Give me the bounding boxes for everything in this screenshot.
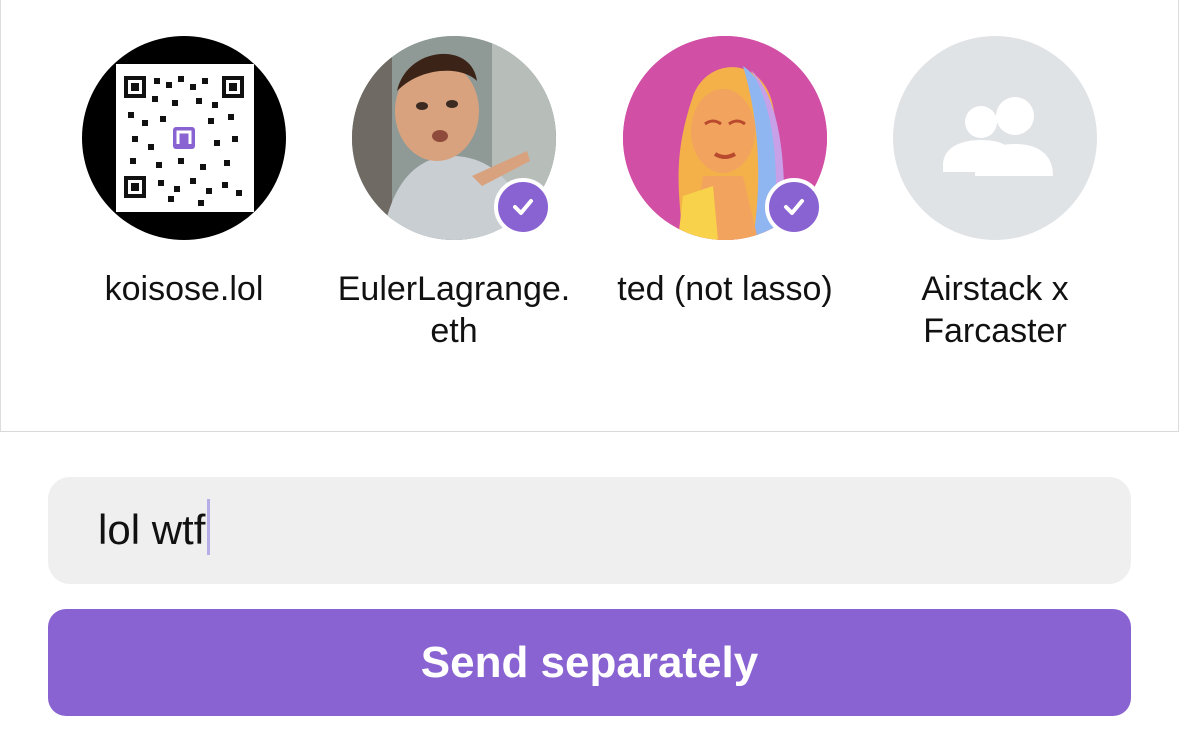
- recipient-ted[interactable]: ted (not lasso): [595, 36, 855, 310]
- send-separately-button[interactable]: Send separately: [48, 609, 1131, 716]
- group-icon: [943, 97, 1053, 176]
- qr-code-icon: [116, 64, 254, 212]
- selected-check-icon: [494, 178, 552, 236]
- message-text: lol wtf: [98, 506, 206, 554]
- recipient-name: ted (not lasso): [617, 270, 833, 308]
- left-border: [0, 0, 1, 432]
- message-input[interactable]: lol wtf: [48, 477, 1131, 584]
- avatar: [623, 36, 827, 240]
- text-caret: [207, 499, 211, 555]
- recipient-name: EulerLagrange.eth: [337, 270, 571, 350]
- divider: [0, 431, 1179, 432]
- message-text-container: lol wtf: [98, 499, 211, 561]
- recipient-airstack-farcaster[interactable]: Airstack x Farcaster: [865, 36, 1125, 352]
- recipient-name: Airstack x Farcaster: [921, 270, 1069, 350]
- avatar: [893, 36, 1097, 240]
- avatar: [82, 36, 286, 240]
- recipient-eulerlagrange[interactable]: EulerLagrange.eth: [324, 36, 584, 352]
- avatar: [352, 36, 556, 240]
- share-sheet: koisose.lol EulerLagrange.eth ted (not l…: [0, 0, 1179, 734]
- selected-check-icon: [765, 178, 823, 236]
- recipient-koisose[interactable]: koisose.lol: [54, 36, 314, 310]
- recipient-name: koisose.lol: [104, 270, 264, 308]
